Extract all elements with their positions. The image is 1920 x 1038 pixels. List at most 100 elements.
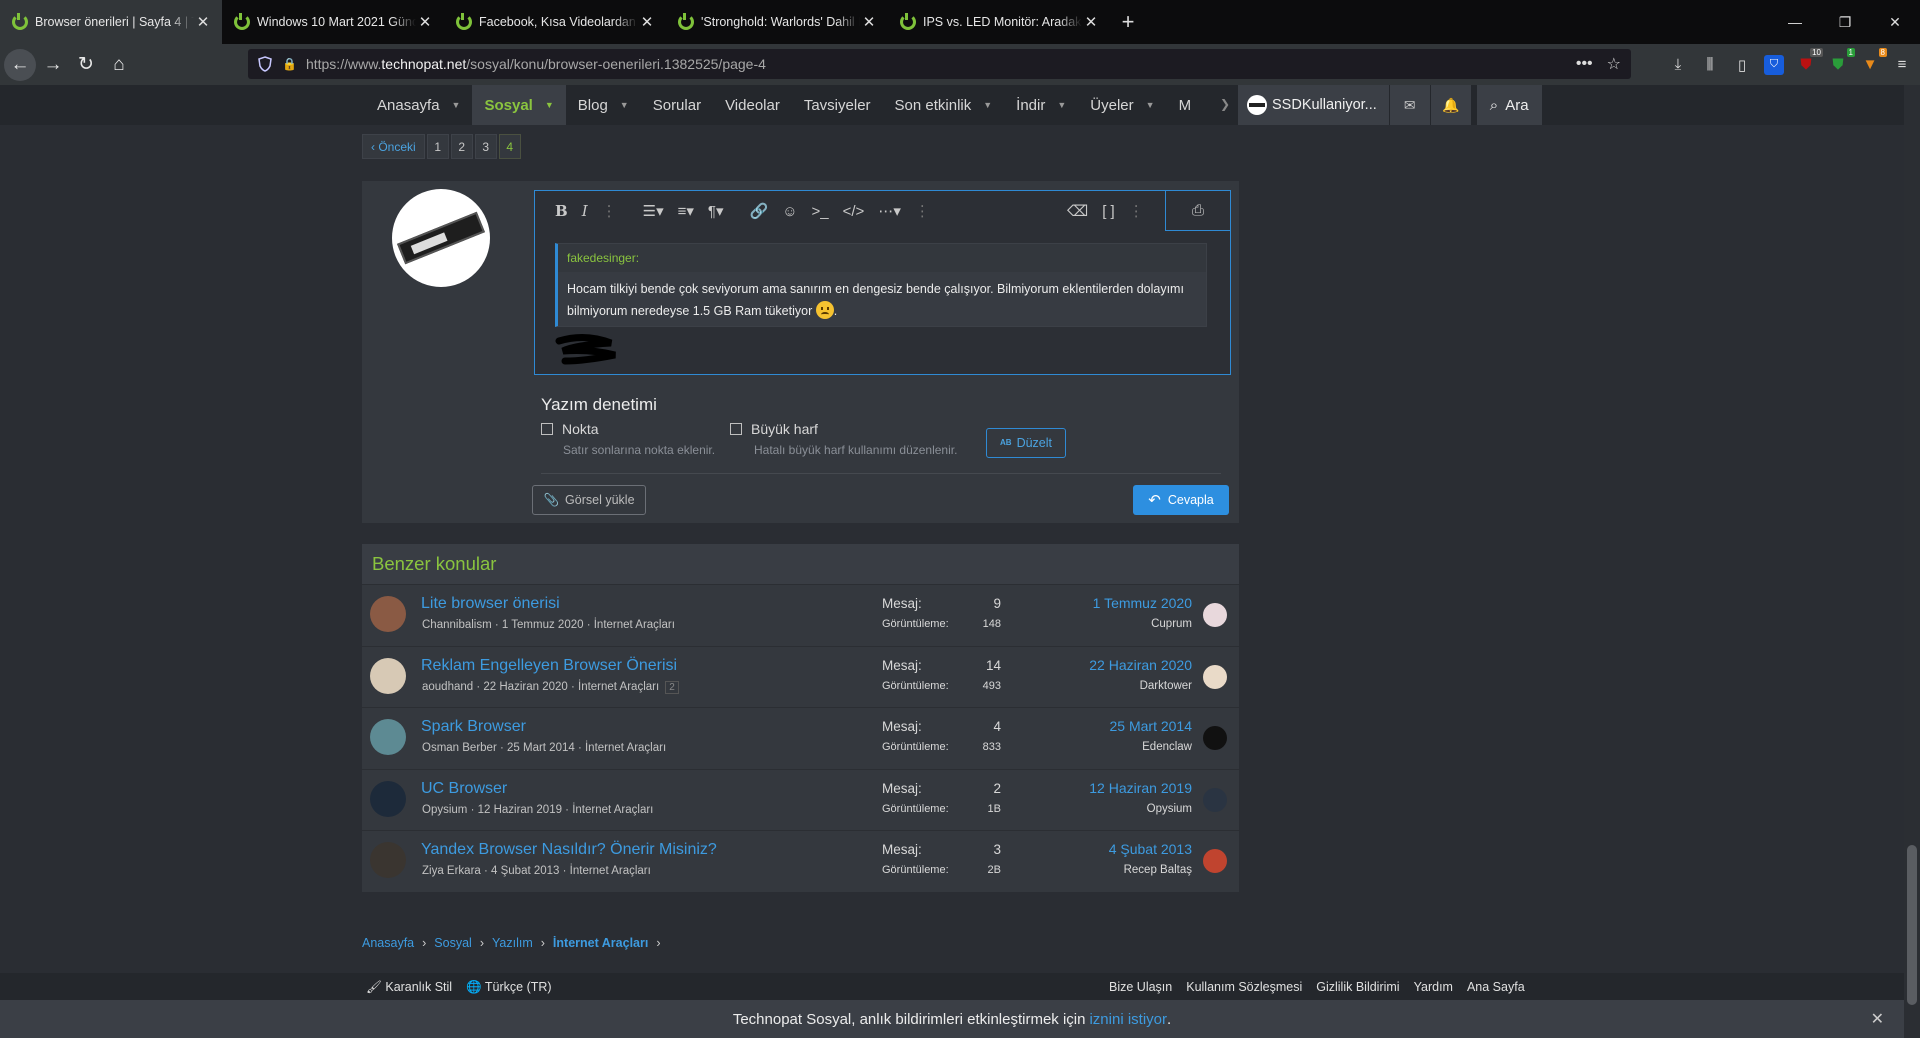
more-insert-icon[interactable]: ⋯▾ (878, 202, 901, 220)
last-post-date-link[interactable]: 25 Mart 2014 (1110, 718, 1193, 734)
style-chooser[interactable]: 🖌 Karanlık Stil (366, 980, 452, 995)
restore-icon[interactable]: ❐ (1820, 0, 1870, 44)
browser-tab[interactable]: Windows 10 Mart 2021 Güncellemesi✕ (222, 0, 444, 44)
page-link[interactable]: 1 (426, 134, 449, 159)
upload-image-button[interactable]: 📎 Görsel yükle (532, 485, 646, 515)
thread-author-avatar[interactable] (370, 780, 406, 817)
checkbox-icon[interactable] (541, 423, 553, 435)
reply-button[interactable]: ↶ Cevapla (1133, 485, 1229, 515)
page-scrollbar[interactable] (1904, 85, 1920, 1038)
download-icon[interactable]: ⤓ (1668, 55, 1688, 75)
browser-tab[interactable]: Browser önerileri | Sayfa 4 | Technopat … (0, 0, 222, 44)
bold-icon[interactable]: B (555, 202, 568, 220)
lock-icon[interactable]: 🔒 (282, 57, 297, 71)
last-post-date-link[interactable]: 22 Haziran 2020 (1089, 657, 1192, 673)
ublock-icon[interactable]: ⛊ 10 (1796, 47, 1823, 75)
footer-link[interactable]: Bize Ulaşın (1109, 980, 1172, 994)
sidebar-icon[interactable]: ▯ (1732, 55, 1752, 75)
page-actions-icon[interactable]: ••• (1576, 55, 1593, 73)
breadcrumb-link[interactable]: Yazılım (492, 936, 533, 950)
last-poster-name[interactable]: Edenclaw (1142, 741, 1192, 753)
thread-title-link[interactable]: Spark Browser (421, 718, 526, 736)
footer-link[interactable]: Yardım (1414, 980, 1453, 994)
library-icon[interactable]: ⫼ (1700, 55, 1720, 75)
last-poster-avatar[interactable] (1203, 603, 1227, 627)
nav-item[interactable]: Videolar (713, 85, 792, 125)
back-arrow-icon[interactable]: ← (4, 48, 36, 81)
close-tab-icon[interactable]: ✕ (1082, 13, 1100, 31)
extension-green-icon[interactable]: ⛊ 1 (1828, 47, 1855, 75)
thread-title-link[interactable]: Reklam Engelleyen Browser Önerisi (421, 657, 677, 675)
inbox-icon[interactable]: ✉ (1389, 85, 1430, 125)
last-post-date-link[interactable]: 1 Temmuz 2020 (1093, 595, 1192, 611)
menu-icon[interactable]: ≡ (1892, 55, 1912, 75)
bitwarden-icon[interactable]: ⛉ (1764, 54, 1784, 75)
browser-tab[interactable]: 'Stronghold: Warlords' Dahil Dev İndirim… (666, 0, 888, 44)
inline-code-icon[interactable]: >_ (812, 203, 829, 220)
tracking-shield-icon[interactable] (258, 56, 272, 72)
bookmark-star-icon[interactable]: ☆ (1607, 54, 1621, 74)
browser-tab[interactable]: Facebook, Kısa Videolardan Para Kazanma✕ (444, 0, 666, 44)
thread-author-avatar[interactable] (370, 842, 406, 878)
thread-title-link[interactable]: Lite browser önerisi (421, 595, 560, 613)
close-tab-icon[interactable]: ✕ (860, 13, 878, 31)
chevron-down-icon[interactable]: ▼ (1057, 100, 1066, 110)
more-right-options-icon[interactable]: ⋮ (1129, 202, 1144, 220)
thread-author-avatar[interactable] (370, 719, 406, 755)
close-tab-icon[interactable]: ✕ (194, 13, 212, 31)
close-window-icon[interactable]: ✕ (1870, 0, 1920, 44)
checkbox-icon[interactable] (730, 423, 742, 435)
browser-tab[interactable]: IPS vs. LED Monitör: Aradaki Farklar✕ (888, 0, 1110, 44)
chevron-down-icon[interactable]: ▼ (545, 100, 554, 110)
nav-item[interactable]: Blog ▼ (566, 85, 641, 125)
last-poster-name[interactable]: Opysium (1147, 803, 1192, 815)
align-icon[interactable]: ≡▾ (678, 202, 694, 220)
close-tab-icon[interactable]: ✕ (416, 13, 434, 31)
close-tab-icon[interactable]: ✕ (638, 13, 656, 31)
quote-author[interactable]: fakedesinger: (558, 244, 1206, 272)
nav-item[interactable]: Sorular (641, 85, 713, 125)
thread-author-avatar[interactable] (370, 657, 406, 694)
capitalization-checkbox[interactable]: Büyük harf (730, 421, 818, 437)
smiley-icon[interactable]: ☺ (782, 203, 797, 220)
close-icon[interactable]: ✕ (1871, 1009, 1884, 1029)
new-tab-button[interactable]: + (1110, 0, 1146, 44)
reply-editor[interactable]: B I ⋮ ☰▾ ≡▾ ¶▾ 🔗 ☺ >_ </> ⋯▾ ⋮ ⌫ [ ] ⋮ ⎙… (534, 190, 1231, 375)
last-post-date-link[interactable]: 12 Haziran 2019 (1089, 780, 1192, 796)
paragraph-icon[interactable]: ¶▾ (708, 202, 724, 220)
last-poster-avatar[interactable] (1203, 787, 1227, 812)
notification-permission-link[interactable]: iznini istiyor (1089, 1011, 1167, 1028)
page-link[interactable]: 2 (450, 134, 473, 159)
fix-button[interactable]: AB Düzelt (986, 428, 1066, 458)
preview-icon[interactable]: ⎙ (1165, 191, 1230, 231)
more-text-options-icon[interactable]: ⋮ (602, 202, 617, 220)
italic-icon[interactable]: I (582, 202, 588, 220)
eraser-icon[interactable]: ⌫ (1067, 202, 1088, 220)
nav-item[interactable]: İndir ▼ (1004, 85, 1078, 125)
last-post-date-link[interactable]: 4 Şubat 2013 (1109, 841, 1192, 857)
language-chooser[interactable]: 🌐 Türkçe (TR) (466, 980, 552, 995)
nav-scroll-right-icon[interactable]: ❯ (1220, 97, 1230, 111)
nav-item[interactable]: Tavsiyeler (792, 85, 883, 125)
search-button[interactable]: ⌕ Ara (1476, 85, 1542, 125)
breadcrumb-link[interactable]: İnternet Araçları (553, 936, 648, 950)
list-icon[interactable]: ☰▾ (643, 202, 664, 220)
footer-link[interactable]: Ana Sayfa (1467, 980, 1525, 994)
last-poster-avatar[interactable] (1203, 849, 1227, 873)
previous-page-button[interactable]: ‹ Önceki (362, 134, 425, 159)
chevron-down-icon[interactable]: ▼ (452, 100, 461, 110)
minimize-icon[interactable]: — (1770, 0, 1820, 44)
last-poster-name[interactable]: Darktower (1140, 680, 1192, 692)
thread-page-link[interactable]: 2 (665, 680, 679, 694)
nav-item[interactable]: M (1167, 85, 1204, 125)
thread-author-avatar[interactable] (370, 596, 406, 632)
period-checkbox[interactable]: Nokta (541, 421, 599, 437)
last-poster-avatar[interactable] (1203, 726, 1227, 750)
thread-title-link[interactable]: Yandex Browser Nasıldır? Önerir Misiniz? (421, 841, 717, 859)
chevron-down-icon[interactable]: ▼ (1146, 100, 1155, 110)
chevron-down-icon[interactable]: ▼ (620, 100, 629, 110)
link-icon[interactable]: 🔗 (750, 202, 769, 220)
scrollbar-thumb[interactable] (1907, 845, 1917, 1005)
last-poster-name[interactable]: Cuprum (1151, 618, 1192, 630)
footer-link[interactable]: Kullanım Sözleşmesi (1186, 980, 1302, 994)
